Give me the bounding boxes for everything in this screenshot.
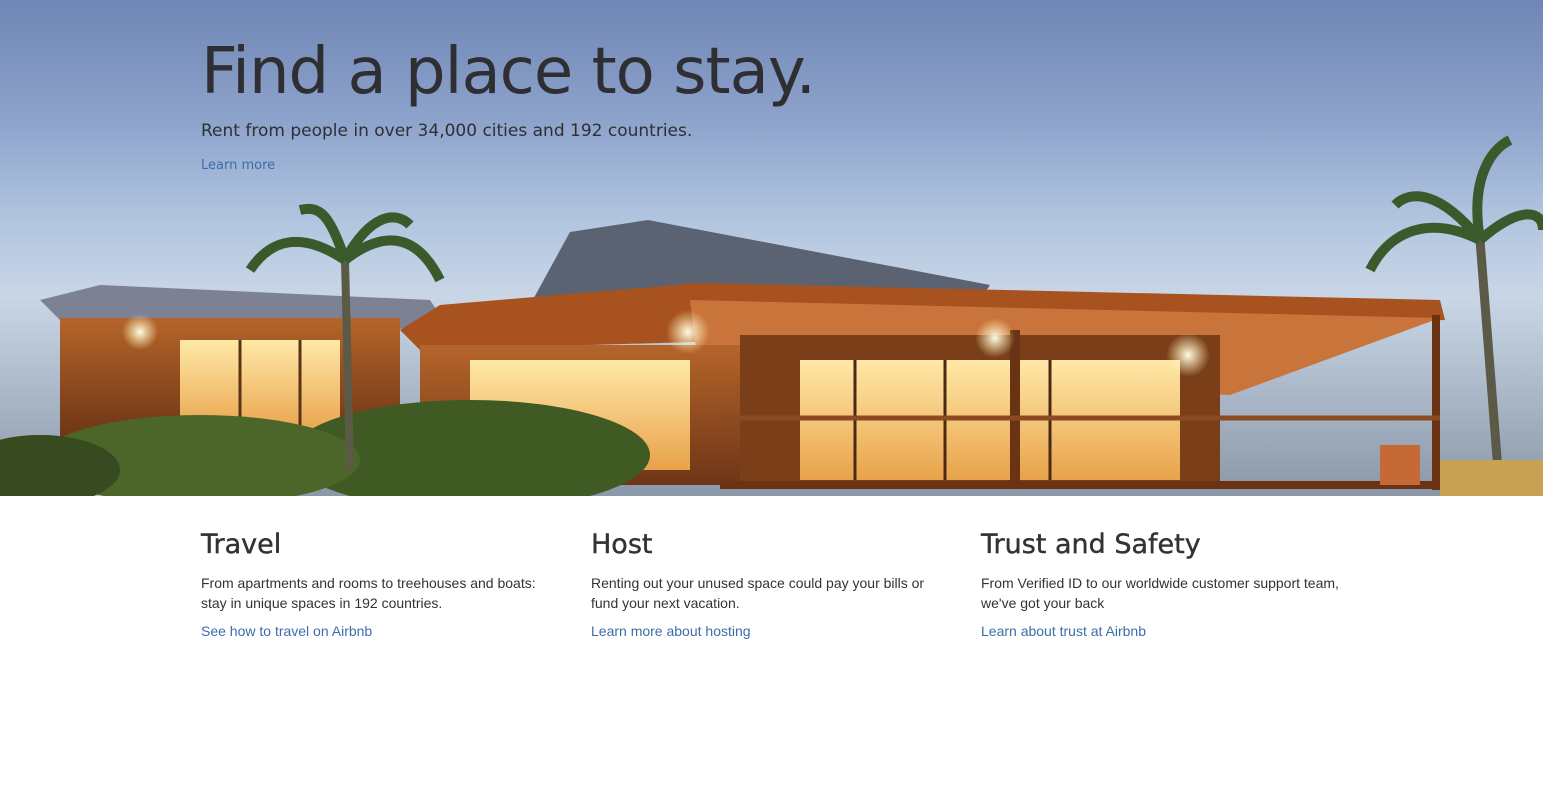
travel-link[interactable]: See how to travel on Airbnb: [201, 623, 372, 639]
feature-description: Renting out your unused space could pay …: [591, 575, 925, 611]
hero-section: Find a place to stay. Rent from people i…: [0, 0, 1543, 496]
hero-text-block: Find a place to stay. Rent from people i…: [201, 30, 816, 174]
feature-title: Trust and Safety: [981, 529, 1201, 560]
trust-link[interactable]: Learn about trust at Airbnb: [981, 623, 1146, 639]
feature-title: Host: [591, 529, 653, 560]
feature-host: Host Renting out your unused space could…: [591, 496, 981, 641]
feature-title: Travel: [201, 529, 282, 560]
feature-travel: Travel From apartments and rooms to tree…: [201, 496, 591, 641]
hosting-link[interactable]: Learn more about hosting: [591, 623, 751, 639]
features-section: Travel From apartments and rooms to tree…: [201, 496, 1371, 641]
feature-description: From apartments and rooms to treehouses …: [201, 575, 536, 611]
hero-title: Find a place to stay.: [201, 35, 816, 109]
hero-subtitle: Rent from people in over 34,000 cities a…: [201, 121, 693, 141]
feature-trust-and-safety: Trust and Safety From Verified ID to our…: [981, 496, 1371, 641]
learn-more-link[interactable]: Learn more: [201, 158, 275, 173]
feature-description: From Verified ID to our worldwide custom…: [981, 575, 1339, 611]
